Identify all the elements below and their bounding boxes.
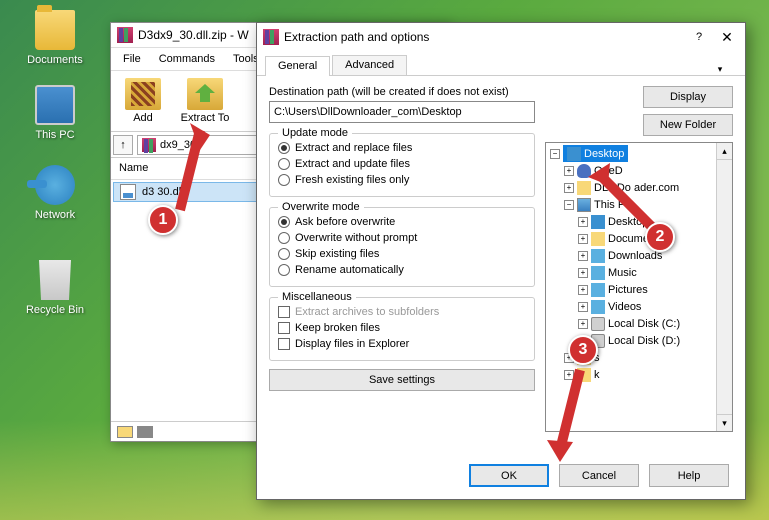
titlebar-help-button[interactable]: ?: [687, 25, 711, 49]
menu-commands[interactable]: Commands: [151, 51, 223, 67]
annotation-arrow-3: [545, 360, 605, 470]
tree-expand-icon[interactable]: +: [578, 302, 588, 312]
pc-icon: [35, 85, 75, 125]
annotation-badge-2: 2: [645, 222, 675, 252]
overwrite-legend: Overwrite mode: [278, 201, 364, 213]
display-button[interactable]: Display: [643, 86, 733, 108]
extraction-dialog: Extraction path and options ? ✕ General …: [256, 22, 746, 500]
tree-disk-c[interactable]: Local Disk (C:): [608, 318, 680, 330]
dialog-tabs: General Advanced: [257, 51, 745, 76]
tree-videos[interactable]: Videos: [608, 301, 641, 313]
radio-fresh-existing[interactable]: Fresh existing files only: [278, 172, 526, 188]
desktop-icon-label: This PC: [20, 129, 90, 141]
tree-expand-icon[interactable]: +: [564, 183, 574, 193]
winrar-icon: [117, 27, 133, 43]
network-icon: [35, 165, 75, 205]
radio-icon: [278, 174, 290, 186]
status-icon: [117, 426, 133, 438]
radio-ask-before[interactable]: Ask before overwrite: [278, 214, 526, 230]
help-button[interactable]: Help: [649, 464, 729, 487]
dll-file-icon: [120, 184, 136, 200]
tree-expand-icon[interactable]: +: [564, 166, 574, 176]
scrollbar[interactable]: [716, 143, 732, 431]
annotation-badge-3: 3: [568, 335, 598, 365]
dialog-titlebar[interactable]: Extraction path and options ? ✕: [257, 23, 745, 51]
ok-button[interactable]: OK: [469, 464, 549, 487]
tree-music[interactable]: Music: [608, 267, 637, 279]
tree-disk-d[interactable]: Local Disk (D:): [608, 335, 680, 347]
radio-icon: [278, 142, 290, 154]
overwrite-mode-group: Overwrite mode Ask before overwrite Over…: [269, 207, 535, 287]
desktop-icon-recycle[interactable]: Recycle Bin: [20, 260, 90, 316]
tab-advanced[interactable]: Advanced: [332, 55, 407, 75]
desktop-icon-thispc[interactable]: This PC: [20, 85, 90, 141]
desktop-icon-label: Network: [20, 209, 90, 221]
desktop-icon-label: Recycle Bin: [20, 304, 90, 316]
desktop-icon-label: Documents: [20, 54, 90, 66]
pictures-icon: [591, 283, 605, 297]
tree-pictures[interactable]: Pictures: [608, 284, 648, 296]
checkbox-icon: [278, 306, 290, 318]
winrar-icon: [263, 29, 279, 45]
archive-icon: [142, 138, 156, 152]
nav-up-button[interactable]: ↑: [113, 135, 133, 155]
downloads-icon: [591, 249, 605, 263]
extract-icon: [187, 78, 223, 110]
add-label: Add: [133, 112, 153, 124]
radio-extract-update[interactable]: Extract and update files: [278, 156, 526, 172]
check-subfolders[interactable]: Extract archives to subfolders: [278, 304, 526, 320]
folder-icon: [35, 10, 75, 50]
tree-collapse-icon[interactable]: −: [564, 200, 574, 210]
desktop-icon: [567, 147, 581, 161]
radio-extract-replace[interactable]: Extract and replace files: [278, 140, 526, 156]
radio-overwrite-noprompt[interactable]: Overwrite without prompt: [278, 230, 526, 246]
up-arrow-icon: ↑: [120, 139, 126, 151]
desktop-icon-documents[interactable]: Documents: [20, 10, 90, 66]
radio-icon: [278, 232, 290, 244]
new-folder-button[interactable]: New Folder: [643, 114, 733, 136]
checkbox-icon: [278, 338, 290, 350]
radio-icon: [278, 158, 290, 170]
dropdown-icon[interactable]: ▾: [711, 64, 729, 75]
menu-file[interactable]: File: [115, 51, 149, 67]
radio-icon: [278, 264, 290, 276]
update-legend: Update mode: [278, 127, 352, 139]
lock-icon: [137, 426, 153, 438]
radio-icon: [278, 248, 290, 260]
destination-label: Destination path (will be created if doe…: [269, 86, 535, 98]
videos-icon: [591, 300, 605, 314]
music-icon: [591, 266, 605, 280]
dialog-title: Extraction path and options: [284, 30, 687, 44]
tree-expand-icon[interactable]: +: [578, 251, 588, 261]
tree-downloads[interactable]: Downloads: [608, 250, 662, 262]
update-mode-group: Update mode Extract and replace files Ex…: [269, 133, 535, 197]
radio-skip-existing[interactable]: Skip existing files: [278, 246, 526, 262]
add-icon: [125, 78, 161, 110]
check-keep-broken[interactable]: Keep broken files: [278, 320, 526, 336]
close-button[interactable]: ✕: [715, 25, 739, 49]
misc-group: Miscellaneous Extract archives to subfol…: [269, 297, 535, 361]
recycle-bin-icon: [35, 260, 75, 300]
save-settings-button[interactable]: Save settings: [269, 369, 535, 391]
check-display-explorer[interactable]: Display files in Explorer: [278, 336, 526, 352]
tree-expand-icon[interactable]: +: [578, 268, 588, 278]
checkbox-icon: [278, 322, 290, 334]
tab-general[interactable]: General: [265, 56, 330, 76]
desktop-icon-network[interactable]: Network: [20, 165, 90, 221]
misc-legend: Miscellaneous: [278, 291, 356, 303]
radio-rename-auto[interactable]: Rename automatically: [278, 262, 526, 278]
tree-expand-icon[interactable]: +: [578, 319, 588, 329]
destination-input[interactable]: [269, 101, 535, 123]
tree-expand-icon[interactable]: +: [578, 285, 588, 295]
annotation-badge-1: 1: [148, 205, 178, 235]
disk-icon: [591, 317, 605, 331]
radio-icon: [278, 216, 290, 228]
tree-collapse-icon[interactable]: −: [550, 149, 560, 159]
